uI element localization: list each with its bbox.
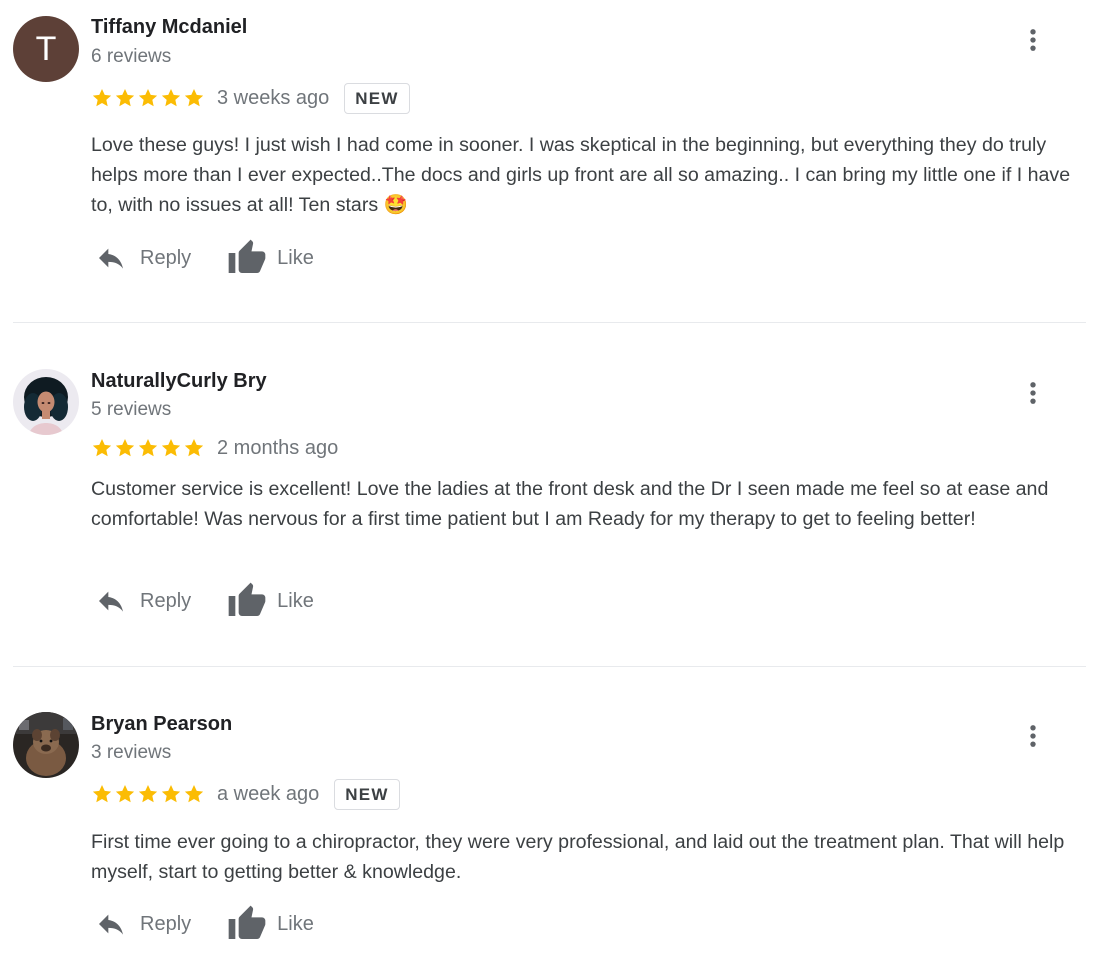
avatar[interactable] <box>13 369 79 435</box>
star-icon <box>160 87 182 109</box>
star-icon <box>137 783 159 805</box>
like-label: Like <box>277 246 314 269</box>
more-options-button[interactable] <box>1019 718 1047 754</box>
thumbs-up-icon <box>227 238 267 278</box>
more-vert-icon <box>1019 720 1047 752</box>
rating-row: 2 months ago <box>91 431 338 465</box>
review-count[interactable]: 3 reviews <box>91 742 171 764</box>
reply-icon <box>95 242 127 274</box>
star-icon <box>160 783 182 805</box>
star-icon <box>91 783 113 805</box>
divider <box>13 666 1086 667</box>
star-rating <box>91 783 205 805</box>
more-vert-icon <box>1019 377 1047 409</box>
review-count[interactable]: 5 reviews <box>91 399 171 421</box>
star-icon <box>183 437 205 459</box>
reply-button[interactable]: Reply <box>95 242 191 274</box>
star-icon <box>183 87 205 109</box>
new-badge: NEW <box>334 778 400 810</box>
rating-row: 3 weeks ago NEW <box>91 81 410 115</box>
new-badge: NEW <box>344 82 410 114</box>
rating-row: a week ago NEW <box>91 777 400 811</box>
like-button[interactable]: Like <box>227 581 314 621</box>
reply-button[interactable]: Reply <box>95 585 191 617</box>
star-icon <box>137 437 159 459</box>
like-label: Like <box>277 589 314 612</box>
more-options-button[interactable] <box>1019 22 1047 58</box>
review-date: 3 weeks ago <box>217 86 330 109</box>
review-count[interactable]: 6 reviews <box>91 46 171 68</box>
star-icon <box>183 783 205 805</box>
more-vert-icon <box>1019 24 1047 56</box>
star-icon <box>91 437 113 459</box>
review-text: Love these guys! I just wish I had come … <box>91 134 1071 216</box>
reply-label: Reply <box>140 912 192 935</box>
star-icon <box>91 87 113 109</box>
thumbs-up-icon <box>227 904 267 944</box>
star-icon <box>114 87 136 109</box>
star-rating <box>91 87 205 109</box>
reviewer-name[interactable]: Tiffany Mcdaniel <box>91 16 247 39</box>
avatar-photo <box>13 712 79 778</box>
divider <box>13 322 1086 323</box>
avatar[interactable] <box>13 712 79 778</box>
reply-icon <box>95 585 127 617</box>
review-actions: Reply Like <box>95 904 314 944</box>
star-icon <box>137 87 159 109</box>
review-date: 2 months ago <box>217 436 339 459</box>
star-icon <box>160 437 182 459</box>
star-icon <box>114 783 136 805</box>
reviewer-name[interactable]: Bryan Pearson <box>91 713 232 736</box>
review-text: Customer service is excellent! Love the … <box>91 478 1049 530</box>
review-actions: Reply Like <box>95 581 314 621</box>
like-button[interactable]: Like <box>227 904 314 944</box>
reply-button[interactable]: Reply <box>95 908 191 940</box>
more-options-button[interactable] <box>1019 375 1047 411</box>
star-rating <box>91 437 205 459</box>
review-text: First time ever going to a chiropractor,… <box>91 831 1065 883</box>
reviewer-name[interactable]: NaturallyCurly Bry <box>91 370 267 393</box>
like-label: Like <box>277 912 314 935</box>
review-actions: Reply Like <box>95 238 314 278</box>
review-date: a week ago <box>217 782 320 805</box>
avatar[interactable]: T <box>13 16 79 82</box>
reply-label: Reply <box>140 246 192 269</box>
star-icon <box>114 437 136 459</box>
like-button[interactable]: Like <box>227 238 314 278</box>
avatar-letter: T <box>35 29 57 68</box>
reply-icon <box>95 908 127 940</box>
avatar-photo <box>13 369 79 435</box>
thumbs-up-icon <box>227 581 267 621</box>
reply-label: Reply <box>140 589 192 612</box>
